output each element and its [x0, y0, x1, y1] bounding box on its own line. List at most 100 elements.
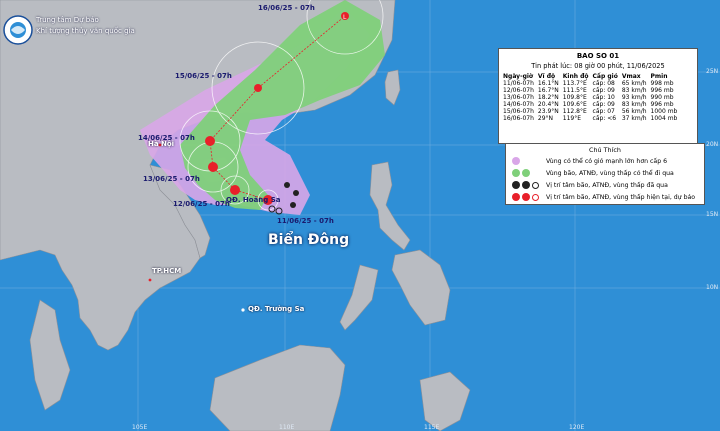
forecast-cell: cấp: 08 [592, 80, 615, 87]
storm-current-icon [512, 193, 520, 201]
lat-label: 25N [706, 68, 719, 75]
forecast-row: 15/06-07h 23.9°N 112.8°E cấp: 07 56 km/h 1000… [501, 108, 679, 115]
date-label-13: 13/06/25 - 07h [143, 175, 200, 183]
forecast-cell: 56 km/h [621, 108, 647, 115]
forecast-cell: 990 mb [650, 94, 674, 101]
forecast-cell: 93 km/h [621, 94, 647, 101]
col-header: Kinh độ [562, 73, 589, 80]
forecast-cell: 29°N [537, 115, 554, 122]
hoang-sa-label: QĐ. Hoàng Sa [226, 196, 281, 204]
forecast-cell: 15/06-07h [503, 108, 534, 115]
forecast-row: 14/06-07h 20.4°N 109.6°E cấp: 09 83 km/h 996 … [501, 101, 679, 108]
truong-sa-label: QĐ. Trường Sa [248, 305, 305, 313]
legend-item: Vị trí tâm bão, ATNĐ, vùng thấp đã qua [506, 179, 704, 191]
forecast-cell: 11/06-07h [503, 80, 534, 87]
forecast-cell: 1000 mb [650, 108, 678, 115]
low-past-icon [532, 181, 539, 189]
forecast-table: Ngày-giờ Vĩ độ Kinh độ Cấp gió Vmax Pmin… [501, 73, 679, 122]
depression-past-icon [522, 181, 530, 189]
forecast-cell: 996 mb [650, 87, 674, 94]
forecast-cell: 12/06-07h [503, 87, 534, 94]
forecast-cell: cấp: 07 [592, 108, 615, 115]
legend-text: Vùng có thể có gió mạnh lớn hơn cấp 6 [546, 157, 668, 165]
forecast-cell: 16.1°N [537, 80, 559, 87]
forecast-cell: 83 km/h [621, 87, 647, 94]
legend-text: Vị trí tâm bão, ATNĐ, vùng thấp hiện tại… [546, 193, 696, 201]
legend-title: Chú Thích [589, 146, 621, 154]
position-15-06 [254, 84, 262, 92]
hanoi-label: Hà Nội [148, 140, 175, 148]
truong-sa-marker [241, 308, 245, 312]
forecast-cell: 998 mb [650, 80, 674, 87]
storm-info-box: BAO SO 01 Tin phát lúc: 08 giờ 00 phút, … [498, 48, 698, 144]
forecast-cell: 18.2°N [537, 94, 559, 101]
bien-dong-label: Biển Đông [268, 232, 350, 248]
forecast-cell: 113.7°E [562, 80, 587, 87]
forecast-row: 13/06-07h 18.2°N 109.8°E cấp: 10 93 km/h 990 … [501, 94, 679, 101]
green-swatch [512, 169, 520, 177]
position-13-06 [208, 162, 218, 172]
lon-label: 115E [424, 424, 440, 431]
lon-label: 120E [569, 424, 585, 431]
legend-text: Vị trí tâm bão, ATNĐ, vùng thấp đã qua [546, 181, 668, 189]
forecast-cell: 83 km/h [621, 101, 647, 108]
forecast-cell: 112.8°E [562, 108, 587, 115]
forecast-cell: 23.9°N [537, 108, 559, 115]
forecast-cell: 109.6°E [562, 101, 587, 108]
forecast-cell: 996 mb [650, 101, 674, 108]
storm-past-icon [512, 181, 520, 189]
forecast-row: 12/06-07h 16.7°N 111.5°E cấp: 09 83 km/h 996 … [501, 87, 679, 94]
forecast-cell: 1004 mb [650, 115, 678, 122]
lat-label: 20N [706, 141, 719, 148]
legend-item: Vị trí tâm bão, ATNĐ, vùng thấp hiện tại… [506, 191, 704, 203]
forecast-cell: cấp: <6 [592, 115, 617, 122]
forecast-row: 11/06-07h 16.1°N 113.7°E cấp: 08 65 km/h 998 … [501, 80, 679, 87]
position-12-06 [230, 185, 240, 195]
forecast-cell: cấp: 09 [592, 87, 615, 94]
col-header: Pmin [650, 73, 668, 80]
position-14-06 [205, 136, 215, 146]
forecast-cell: cấp: 10 [592, 94, 615, 101]
forecast-cell: 16/06-07h [503, 115, 534, 122]
date-label-12: 12/06/25 - 07h [173, 200, 230, 208]
legend-item: Vùng có thể có gió mạnh lớn hơn cấp 6 [506, 155, 704, 167]
forecast-row: 16/06-07h 29°N 119°E cấp: <6 37 km/h 1004 mb [501, 115, 679, 122]
forecast-cell: 119°E [562, 115, 582, 122]
agency-logo [3, 15, 33, 45]
legend-item: Vùng bão, ATNĐ, vùng thấp có thể đi qua [506, 167, 704, 179]
lat-label: 10N [706, 284, 719, 291]
legend: Chú Thích Vùng có thể có gió mạnh lớn hơ… [505, 143, 705, 205]
date-label-15: 15/06/25 - 07h [175, 72, 232, 80]
lon-label: 105E [132, 424, 148, 431]
col-header: Ngày-giờ [503, 73, 534, 80]
col-header: Vĩ độ [537, 73, 556, 80]
date-label-11: 11/06/25 - 07h [277, 217, 334, 225]
green-swatch [522, 169, 530, 177]
past-position [293, 190, 299, 196]
legend-text: Vùng bão, ATNĐ, vùng thấp có thể đi qua [546, 169, 674, 177]
hcm-marker [148, 278, 152, 282]
forecast-cell: 109.8°E [562, 94, 587, 101]
date-label-16: 16/06/25 - 07h [258, 4, 315, 12]
col-header: Vmax [621, 73, 641, 80]
past-position [290, 202, 296, 208]
forecast-cell: 14/06-07h [503, 101, 534, 108]
forecast-cell: cấp: 09 [592, 101, 615, 108]
storm-title: BAO SO 01 [576, 52, 620, 60]
col-header: Cấp gió [592, 73, 618, 80]
purple-swatch [512, 157, 520, 165]
lat-label: 15N [706, 211, 719, 218]
forecast-cell: 111.5°E [562, 87, 587, 94]
lon-label: 110E [279, 424, 295, 431]
low-current-icon [532, 193, 539, 201]
hcm-label: TP.HCM [152, 267, 182, 275]
past-position [284, 182, 290, 188]
forecast-cell: 37 km/h [621, 115, 647, 122]
agency-subname: Khí tượng thủy văn quốc gia [36, 27, 135, 35]
issue-time: Tin phát lúc: 08 giờ 00 phút, 11/06/2025 [531, 62, 665, 70]
forecast-cell: 16.7°N [537, 87, 559, 94]
land [0, 0, 471, 431]
storm-map: L Trung tâm Dự báo Khí tượng thủy văn qu… [0, 0, 720, 431]
agency-name: Trung tâm Dự báo [36, 16, 99, 24]
forecast-cell: 65 km/h [621, 80, 647, 87]
